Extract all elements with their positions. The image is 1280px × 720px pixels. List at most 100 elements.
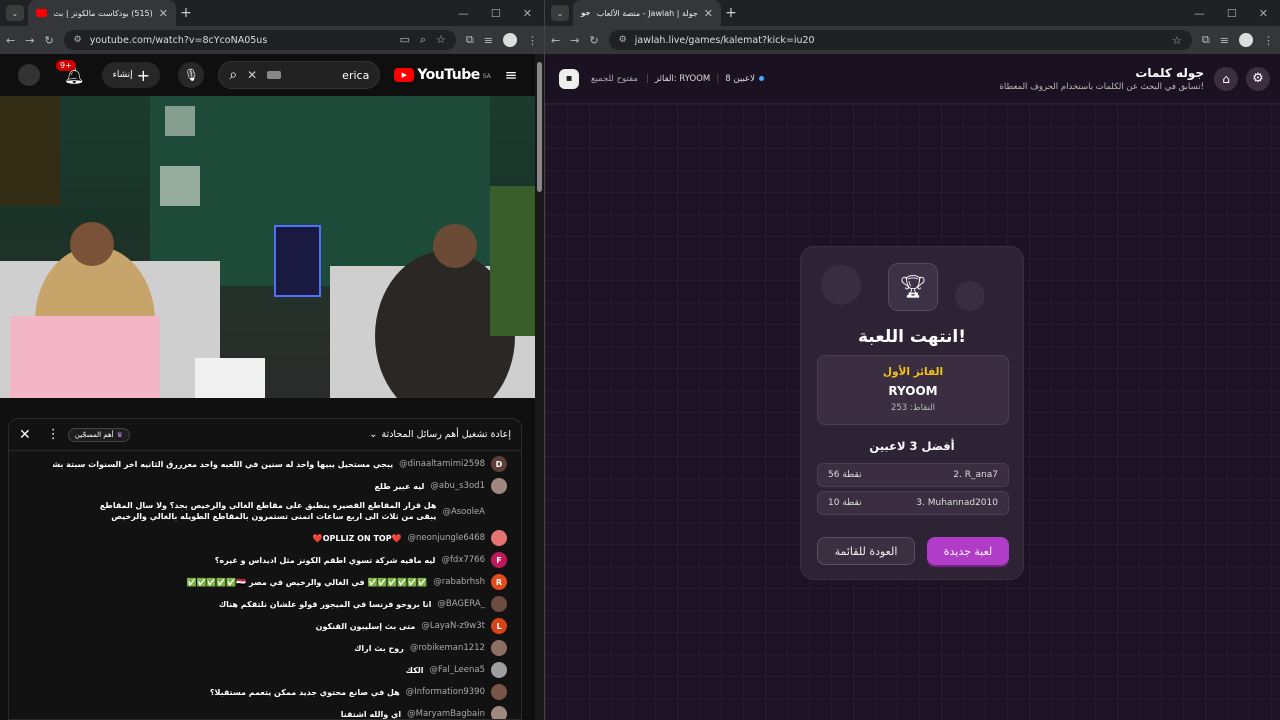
decor-circle [955,281,985,311]
back-icon[interactable]: ← [6,34,15,47]
chat-message-text: ❤️OPLLIZ ON TOP❤️ [312,533,402,543]
chat-author-avatar[interactable] [491,706,507,719]
new-game-button[interactable]: لعبة جديدة [927,537,1009,565]
chat-message-text: روح بث اراك [354,643,404,653]
cast-icon[interactable]: ▭ [399,33,409,47]
tab-jawlah[interactable]: جو جولة | Jawlah - منصة الألعاب الت... ✕ [573,0,721,26]
chat-author-avatar[interactable] [491,596,507,612]
close-window-icon[interactable]: ✕ [1259,7,1268,20]
close-icon[interactable]: ✕ [704,7,713,20]
row-player: 2. R_ana7 [953,470,998,480]
chat-author-name[interactable]: @BAGERA_ [437,599,485,609]
youtube-logo[interactable]: ▶ YouTube SA [394,67,491,83]
chat-message-text: هل قرار المقاطع القصيره ينطبق على مقاطع … [99,501,437,524]
extensions-icon[interactable]: ⧉ [466,33,474,47]
chat-author-name[interactable]: @fdx7766 [441,555,485,565]
chat-author-avatar[interactable] [491,478,507,494]
chat-author-name[interactable]: @rababrhsh [433,577,485,587]
chat-message-text: يبجي مستحيل يبيها واحد له سنين في اللعبه… [53,459,394,469]
chat-more-icon[interactable]: ⋮ [47,427,60,442]
site-info-icon[interactable]: ⚙ [619,35,627,45]
url-text: jawlah.live/games/kalemat?kick=iu20 [634,34,815,46]
minimize-icon[interactable]: — [1194,7,1205,20]
create-label: إنشاء [112,70,133,80]
reload-icon[interactable]: ↻ [44,34,53,47]
reading-list-icon[interactable]: ≡ [1220,34,1229,47]
chat-author-avatar[interactable]: R [491,574,507,590]
chat-author-name[interactable]: @Fal_Leena5 [430,665,485,675]
chat-bubble-icon[interactable]: ▪ [559,68,579,89]
keyboard-icon[interactable] [267,71,282,79]
site-info-icon[interactable]: ⚙ [74,35,82,45]
zoom-icon[interactable]: ⌕ [420,33,426,47]
chat-author-avatar[interactable]: F [491,552,507,568]
close-window-icon[interactable]: ✕ [523,7,532,20]
tab-search-icon[interactable]: ⌄ [551,5,569,21]
url-field[interactable]: ⚙ youtube.com/watch?v=8cYcoNA05us ▭ ⌕ ☆ [63,30,456,50]
extensions-icon[interactable]: ⧉ [1202,33,1210,47]
chat-author-name[interactable]: @robikeman1212 [410,643,485,653]
user-avatar[interactable] [18,64,40,86]
search-icon[interactable]: ⌕ [229,67,237,83]
hamburger-menu-icon[interactable]: ≡ [505,66,518,84]
tab-search-icon[interactable]: ⌄ [6,5,24,21]
bookmark-star-icon[interactable]: ☆ [1172,34,1182,47]
tab-youtube[interactable]: (515) بودكاست مالكونز | بث ✕ [28,0,176,26]
forward-icon[interactable]: → [570,34,579,47]
maximize-icon[interactable]: ☐ [491,7,501,20]
search-input[interactable]: erica [342,69,369,82]
chat-message-text: ✅✅✅✅✅✅ في الغالي والرخيص في مصر 🇪🇬✅✅✅✅✅ [186,577,428,587]
bookmark-star-icon[interactable]: ☆ [436,33,446,47]
video-player[interactable] [0,96,535,398]
notifications-bell-icon[interactable]: 🔔︎ 9+ [56,59,84,85]
chat-author-avatar[interactable]: D [491,456,507,472]
chat-message-text: ليه مافيه شركة تسوي اطقم الكونز مثل اديد… [214,555,436,565]
scrollbar-thumb[interactable] [537,62,542,192]
minimize-icon[interactable]: — [458,7,469,20]
chat-author-avatar[interactable] [491,684,507,700]
header-winner: الفائز: RYOOM [654,73,711,84]
crown-icon: ♛ [116,430,123,439]
game-title-block: جوله كلمات تسابق في البحث عن الكلمات باس… [999,66,1204,92]
chat-author-name[interactable]: @abu_s3od1 [430,481,485,491]
chat-author-name[interactable]: @dinaaltamimi2598 [399,459,485,469]
top-chat-badge[interactable]: أهم المسجّين ♛ [67,427,130,442]
page-scrollbar[interactable] [535,54,544,720]
back-to-list-button[interactable]: العودة للقائمة [817,537,915,565]
close-icon[interactable]: ✕ [159,7,168,20]
chat-author-avatar[interactable] [491,504,507,520]
chat-author-name[interactable]: @AsooleA [442,507,485,517]
profile-avatar[interactable] [1239,33,1253,47]
chat-messages: يبجي مستحيل يبيها واحد له سنين في اللعبه… [9,451,521,719]
game-over-title: انتهت اللعبة! [857,327,967,347]
close-chat-icon[interactable]: ✕ [19,427,31,443]
chat-author-avatar[interactable] [491,530,507,546]
top-players-title: أفضل 3 لاعبين [869,439,955,453]
browser-menu-icon[interactable]: ⋮ [1263,34,1274,47]
browser-menu-icon[interactable]: ⋮ [527,34,538,47]
reload-icon[interactable]: ↻ [589,34,598,47]
create-button[interactable]: إنشاء + [102,62,161,88]
profile-avatar[interactable] [503,33,517,47]
right-tab-bar: ⌄ جو جولة | Jawlah - منصة الألعاب الت...… [545,0,1280,26]
chat-author-name[interactable]: @neonjungle6468 [408,533,485,543]
forward-icon[interactable]: → [25,34,34,47]
settings-gear-icon[interactable]: ⚙ [1246,66,1270,91]
chat-author-name[interactable]: @Information9390 [406,687,485,697]
new-tab-button[interactable]: + [721,5,741,21]
clear-search-icon[interactable]: ✕ [247,68,257,82]
ranking-row: 10 نقطة 3. Muhannad2010 [817,491,1009,515]
home-icon[interactable]: ⌂ [1214,66,1238,91]
url-field[interactable]: ⚙ jawlah.live/games/kalemat?kick=iu20 ☆ [608,30,1192,50]
chat-author-avatar[interactable]: L [491,618,507,634]
voice-search-mic-icon[interactable]: 🎙︎ [178,62,205,88]
new-tab-button[interactable]: + [176,5,196,21]
chat-author-avatar[interactable] [491,662,507,678]
maximize-icon[interactable]: ☐ [1227,7,1237,20]
back-icon[interactable]: ← [551,34,560,47]
chat-author-name[interactable]: @MaryamBagbain [407,709,485,719]
chat-mode-dropdown[interactable]: ⌄ إعادة تشغيل أهم رسائل المحادثة [369,429,511,440]
chat-author-avatar[interactable] [491,640,507,656]
reading-list-icon[interactable]: ≡ [484,34,493,47]
chat-author-name[interactable]: @LayaN-z9w3t [421,621,485,631]
